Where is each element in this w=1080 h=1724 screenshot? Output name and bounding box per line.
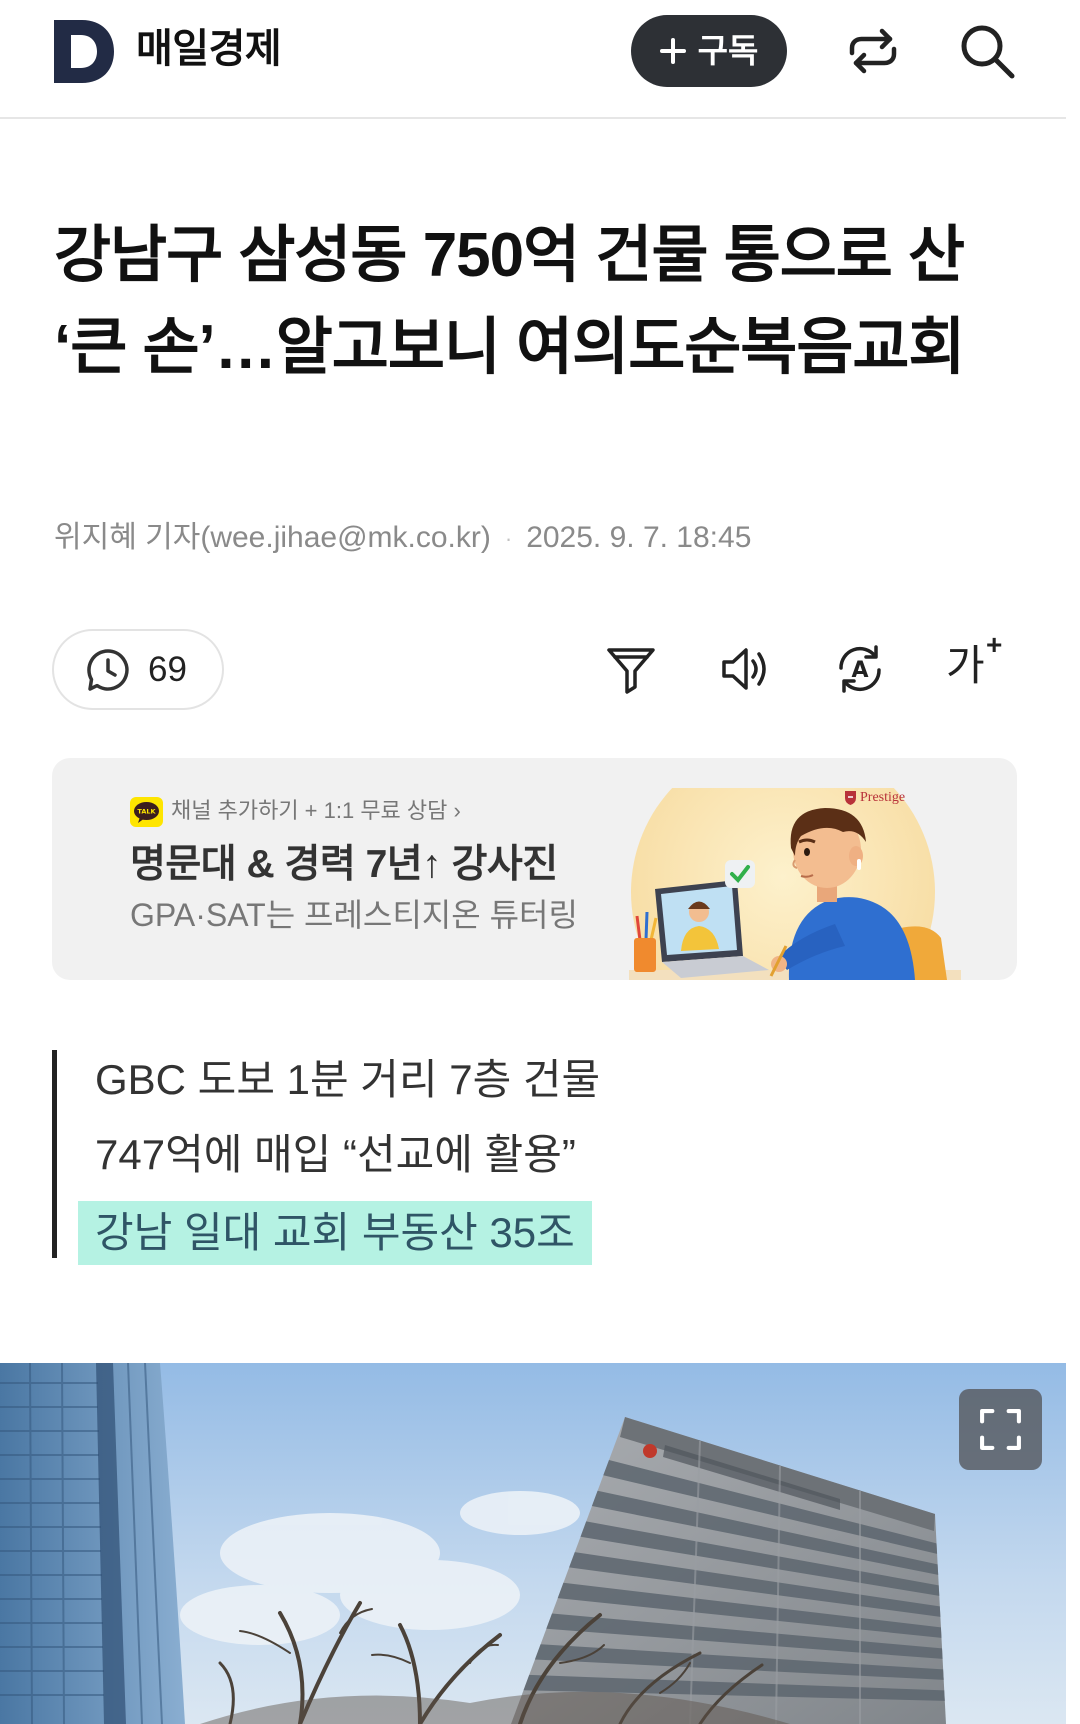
speaker-icon [722, 648, 766, 690]
summary-filter-button[interactable] [604, 642, 658, 696]
shield-icon [845, 791, 856, 805]
published-date: 2025. 9. 7. 18:45 [526, 521, 752, 554]
ad-illustration [629, 788, 961, 980]
font-size-icon: 가 [946, 642, 985, 689]
ad-banner[interactable]: TALK 채널 추가하기 + 1:1 무료 상담 › 명문대 & 경력 7년↑ … [52, 758, 1017, 980]
advertiser-logo-text: Prestige [860, 790, 906, 805]
logo-d-mark [54, 20, 114, 83]
translate-button[interactable]: A [832, 641, 888, 697]
summary-highlighted-line: 강남 일대 교회 부동산 35조 [78, 1201, 592, 1265]
comment-button[interactable]: 69 [52, 629, 224, 710]
kakao-badge-text: TALK [137, 808, 156, 816]
font-size-button[interactable]: 가 + [944, 630, 1010, 696]
subscribe-button[interactable]: 구독 [631, 15, 787, 87]
top-bar: 매일경제 구독 [0, 0, 1066, 119]
summary-line: GBC 도보 1분 거리 7층 건물 [95, 1056, 601, 1103]
comment-count: 69 [148, 650, 187, 689]
filter-icon [607, 648, 655, 694]
search-button[interactable] [957, 21, 1017, 81]
comment-icon [87, 649, 129, 691]
plus-icon [659, 38, 686, 64]
building-photo [0, 1363, 1066, 1724]
search-icon [961, 25, 1015, 79]
ad-headline: 명문대 & 경력 7년↑ 강사진 [130, 843, 558, 886]
ad-subline: GPA·SAT는 프레스티지온 튜터링 [130, 897, 578, 933]
article-title: 강남구 삼성동 750억 건물 통으로 산 ‘큰 손’…알고보니 여의도순복음교… [54, 221, 965, 382]
daum-news-logo[interactable] [54, 20, 114, 83]
author[interactable]: 위지혜 기자(wee.jihae@mk.co.kr) [54, 521, 491, 554]
byline-separator: · [504, 526, 513, 552]
press-name[interactable]: 매일경제 [136, 24, 282, 74]
subscribe-label: 구독 [697, 32, 759, 69]
article-page: 매일경제 구독 강남구 삼성동 750억 건물 통으로 산 ‘큰 손’…알고보니… [0, 0, 1080, 1724]
fullscreen-icon [980, 1409, 1021, 1450]
share-button[interactable] [845, 23, 901, 79]
kakao-talk-icon: TALK [130, 797, 163, 827]
channel-add-link[interactable]: 채널 추가하기 + 1:1 무료 상담 › [171, 797, 461, 825]
fullscreen-button[interactable] [959, 1389, 1042, 1470]
share-icon [849, 28, 897, 74]
read-aloud-button[interactable] [718, 642, 772, 696]
article-photo[interactable] [0, 1363, 1066, 1724]
summary-line: 747억에 매입 “선교에 활용” [95, 1131, 576, 1178]
font-size-plus: + [986, 629, 1003, 660]
summary-quote-bar [52, 1050, 57, 1258]
translate-icon: A [839, 645, 881, 693]
advertiser-logo: Prestige [844, 789, 905, 807]
byline: 위지혜 기자(wee.jihae@mk.co.kr) · 2025. 9. 7. 1… [54, 520, 751, 557]
translate-letter: A [851, 658, 868, 683]
